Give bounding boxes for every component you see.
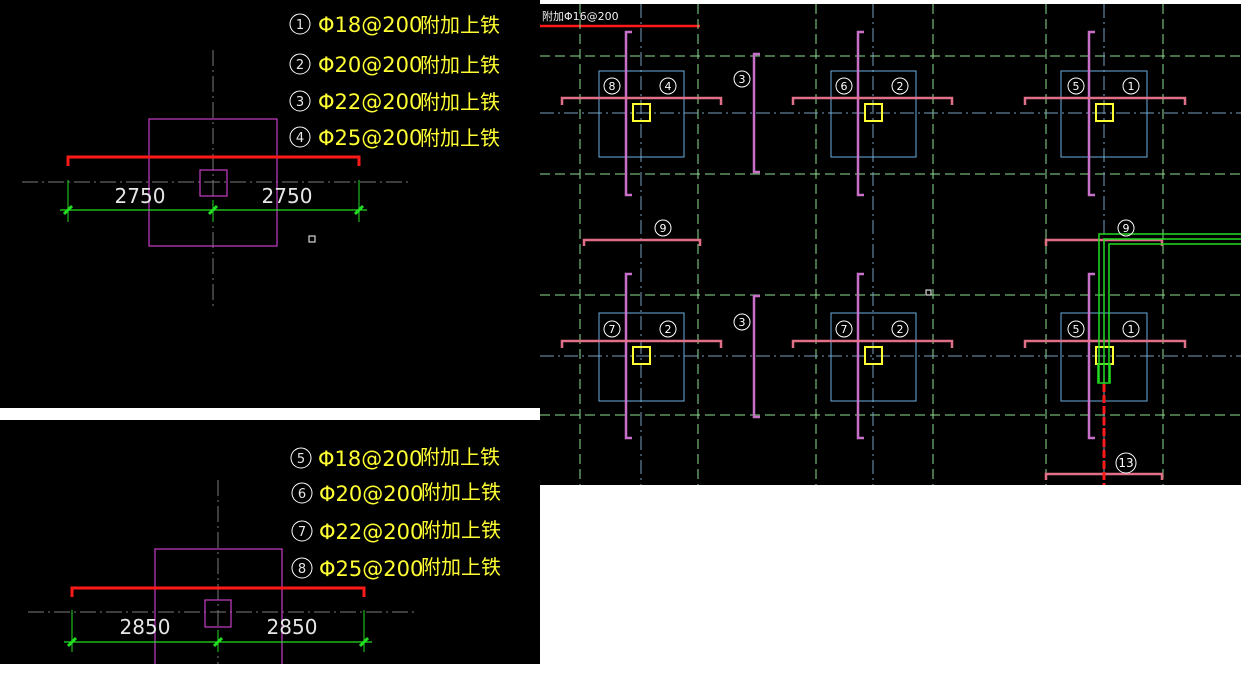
legend-item: 7 Φ22@200 附加上铁 bbox=[291, 518, 501, 544]
tag: 5 bbox=[1067, 77, 1085, 95]
dimension-right-text: 2850 bbox=[267, 615, 318, 639]
legend-item: 2 Φ20@200 附加上铁 bbox=[289, 53, 500, 77]
legend-item: 1 Φ18@200 附加上铁 bbox=[289, 13, 500, 37]
svg-text:附加上铁: 附加上铁 bbox=[420, 90, 500, 114]
tag: 13 bbox=[1115, 452, 1137, 474]
svg-text:附加上铁: 附加上铁 bbox=[421, 518, 501, 542]
pick-marker bbox=[308, 235, 316, 243]
svg-text:9: 9 bbox=[1123, 222, 1130, 235]
svg-text:1: 1 bbox=[1128, 80, 1135, 93]
svg-text:13: 13 bbox=[1118, 456, 1133, 470]
svg-text:6: 6 bbox=[298, 487, 306, 502]
tag: 3 bbox=[733, 70, 751, 88]
tag: 2 bbox=[891, 320, 909, 338]
tag: 9 bbox=[1117, 219, 1135, 237]
svg-text:3: 3 bbox=[739, 316, 746, 329]
pick-marker bbox=[925, 289, 932, 296]
svg-text:2: 2 bbox=[665, 323, 672, 336]
svg-text:Φ25@200: Φ25@200 bbox=[319, 557, 423, 581]
svg-text:附加上铁: 附加上铁 bbox=[420, 445, 500, 469]
rebar-legend: 1 Φ18@200 附加上铁 2 Φ20@200 附加上铁 3 Φ22@200 … bbox=[289, 13, 500, 150]
svg-text:6: 6 bbox=[841, 80, 848, 93]
legend-item: 5 Φ18@200 附加上铁 bbox=[290, 445, 500, 471]
svg-text:Φ22@200: Φ22@200 bbox=[318, 90, 422, 114]
tag: 2 bbox=[891, 77, 909, 95]
legend-item: 6 Φ20@200 附加上铁 bbox=[291, 480, 501, 506]
svg-text:5: 5 bbox=[1073, 323, 1080, 336]
tag: 7 bbox=[603, 320, 621, 338]
svg-text:7: 7 bbox=[841, 323, 848, 336]
svg-text:Φ20@200: Φ20@200 bbox=[319, 482, 423, 506]
svg-text:附加上铁: 附加上铁 bbox=[421, 480, 501, 504]
legend-item: 8 Φ25@200 附加上铁 bbox=[291, 555, 501, 581]
vertical-rebars bbox=[624, 30, 1095, 440]
tag: 1 bbox=[1122, 77, 1140, 95]
svg-text:8: 8 bbox=[298, 562, 306, 577]
svg-text:3: 3 bbox=[296, 95, 304, 110]
selected-beam bbox=[1097, 233, 1241, 384]
svg-text:2: 2 bbox=[897, 80, 904, 93]
tag: 9 bbox=[654, 219, 672, 237]
detail-panel-bottom: 2850 2850 5 Φ18@200 附加上铁 6 Φ20@200 附加上铁 … bbox=[0, 420, 540, 664]
svg-text:4: 4 bbox=[296, 131, 304, 146]
detail-panel-top: 2750 2750 1 Φ18@200 附加上铁 2 Φ20@200 附加上铁 … bbox=[0, 0, 540, 408]
svg-text:8: 8 bbox=[609, 80, 616, 93]
svg-text:附加上铁: 附加上铁 bbox=[420, 13, 500, 37]
tag: 2 bbox=[659, 320, 677, 338]
svg-text:附加上铁: 附加上铁 bbox=[421, 555, 501, 579]
svg-text:2: 2 bbox=[296, 58, 304, 73]
svg-text:7: 7 bbox=[609, 323, 616, 336]
foundation-plan-panel: 附加Φ16@200 8 4 6 2 5 1 3 3 9 9 7 2 7 2 5 … bbox=[540, 4, 1241, 485]
tag: 8 bbox=[603, 77, 621, 95]
svg-text:附加上铁: 附加上铁 bbox=[420, 53, 500, 77]
tag: 3 bbox=[733, 313, 751, 331]
svg-text:5: 5 bbox=[297, 452, 305, 467]
dimension-left-text: 2850 bbox=[120, 615, 171, 639]
legend-item: 4 Φ25@200 附加上铁 bbox=[289, 126, 500, 150]
svg-text:附加上铁: 附加上铁 bbox=[420, 126, 500, 150]
svg-text:Φ22@200: Φ22@200 bbox=[319, 520, 423, 544]
svg-text:1: 1 bbox=[1128, 323, 1135, 336]
svg-text:7: 7 bbox=[298, 525, 306, 540]
tag: 4 bbox=[659, 77, 677, 95]
tag: 5 bbox=[1067, 320, 1085, 338]
svg-text:3: 3 bbox=[739, 73, 746, 86]
svg-text:Φ18@200: Φ18@200 bbox=[318, 13, 422, 37]
tag: 7 bbox=[835, 320, 853, 338]
svg-text:Φ25@200: Φ25@200 bbox=[318, 126, 422, 150]
legend-item: 3 Φ22@200 附加上铁 bbox=[289, 90, 500, 114]
svg-text:Φ18@200: Φ18@200 bbox=[318, 447, 422, 471]
dimension-right-text: 2750 bbox=[262, 184, 313, 208]
rebar-legend: 5 Φ18@200 附加上铁 6 Φ20@200 附加上铁 7 Φ22@200 … bbox=[290, 445, 501, 581]
svg-text:2: 2 bbox=[897, 323, 904, 336]
svg-text:Φ20@200: Φ20@200 bbox=[318, 53, 422, 77]
tag: 1 bbox=[1122, 320, 1140, 338]
svg-text:4: 4 bbox=[665, 80, 672, 93]
svg-text:9: 9 bbox=[660, 222, 667, 235]
tag: 6 bbox=[835, 77, 853, 95]
svg-text:5: 5 bbox=[1073, 80, 1080, 93]
dimension-left-text: 2750 bbox=[115, 184, 166, 208]
svg-text:1: 1 bbox=[296, 18, 304, 33]
